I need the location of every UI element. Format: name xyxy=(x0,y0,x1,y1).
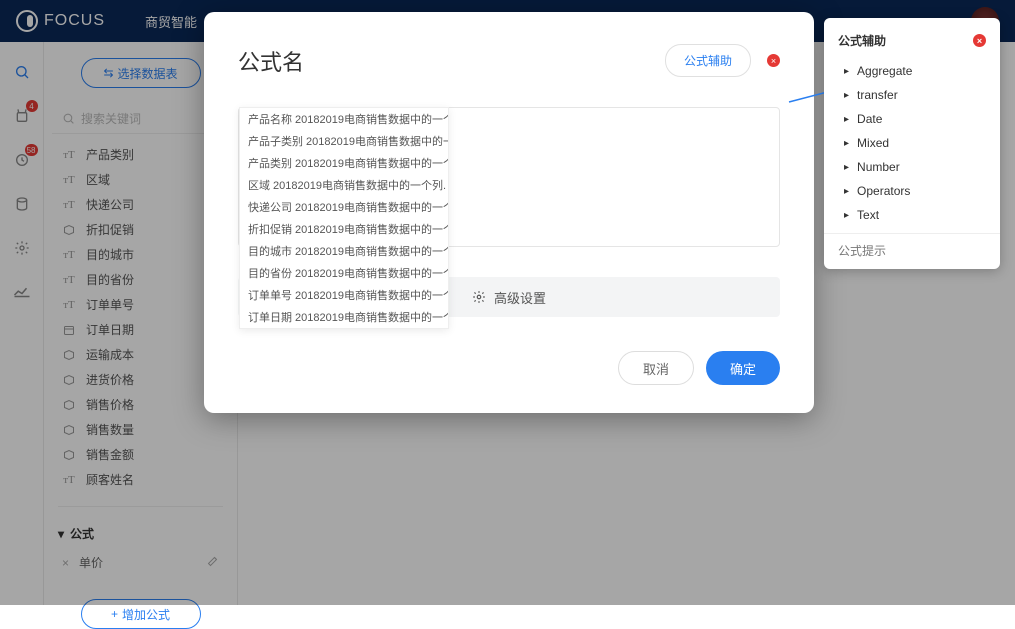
helper-category-label: Number xyxy=(857,160,900,174)
helper-title: 公式辅助 xyxy=(838,32,886,49)
helper-category-label: Operators xyxy=(857,184,910,198)
ok-button[interactable]: 确定 xyxy=(706,351,780,385)
close-icon[interactable]: × xyxy=(973,34,986,47)
helper-category[interactable]: Mixed xyxy=(832,131,992,155)
cancel-button[interactable]: 取消 xyxy=(618,351,694,385)
suggestion-item[interactable]: 订单日期 20182019电商销售数据中的一个列. xyxy=(240,306,448,328)
suggestion-item[interactable]: 产品类别 20182019电商销售数据中的一个列. xyxy=(240,152,448,174)
helper-category-label: Text xyxy=(857,208,879,222)
helper-category-label: transfer xyxy=(857,88,898,102)
suggestion-item[interactable]: 产品名称 20182019电商销售数据中的一个列. xyxy=(240,108,448,130)
helper-category-label: Aggregate xyxy=(857,64,912,78)
helper-category-label: Mixed xyxy=(857,136,889,150)
dialog-title: 公式名 xyxy=(238,45,304,77)
suggestion-item[interactable]: 区域 20182019电商销售数据中的一个列. xyxy=(240,174,448,196)
helper-category[interactable]: Text xyxy=(832,203,992,227)
dialog-footer: 取消 确定 xyxy=(238,351,780,385)
suggestion-item[interactable]: 目的城市 20182019电商销售数据中的一个列. xyxy=(240,240,448,262)
suggestion-item[interactable]: 订单单号 20182019电商销售数据中的一个列. xyxy=(240,284,448,306)
helper-category[interactable]: Operators xyxy=(832,179,992,203)
helper-category[interactable]: Date xyxy=(832,107,992,131)
formula-editor[interactable]: 产品名称 20182019电商销售数据中的一个列.产品子类别 20182019电… xyxy=(238,107,780,247)
helper-category[interactable]: Aggregate xyxy=(832,59,992,83)
close-icon[interactable]: × xyxy=(767,54,780,67)
dialog-header: 公式名 公式辅助 × xyxy=(238,44,780,77)
helper-category[interactable]: Number xyxy=(832,155,992,179)
add-formula-label: 增加公式 xyxy=(122,606,170,623)
suggestion-item[interactable]: 目的省份 20182019电商销售数据中的一个列. xyxy=(240,262,448,284)
suggestion-item[interactable]: 产品子类别 20182019电商销售数据中的一个列. xyxy=(240,130,448,152)
advanced-label: 高级设置 xyxy=(494,288,546,307)
formula-helper-panel: 公式辅助 × Aggregate transfer Date Mixed Number O… xyxy=(824,18,1000,269)
helper-category-label: Date xyxy=(857,112,882,126)
helper-category[interactable]: transfer xyxy=(832,83,992,107)
gear-icon xyxy=(472,290,486,304)
suggestion-popup: 产品名称 20182019电商销售数据中的一个列.产品子类别 20182019电… xyxy=(239,107,449,329)
suggestion-item[interactable]: 折扣促销 20182019电商销售数据中的一个列. xyxy=(240,218,448,240)
helper-category-list: Aggregate transfer Date Mixed Number Operator… xyxy=(824,59,1000,227)
formula-dialog: 公式名 公式辅助 × 产品名称 20182019电商销售数据中的一个列.产品子类… xyxy=(204,12,814,413)
plus-icon: + xyxy=(111,607,118,621)
suggestion-item[interactable]: 快递公司 20182019电商销售数据中的一个列. xyxy=(240,196,448,218)
helper-header: 公式辅助 × xyxy=(824,32,1000,59)
formula-assist-button[interactable]: 公式辅助 xyxy=(665,44,751,77)
helper-hint: 公式提示 xyxy=(824,233,1000,259)
